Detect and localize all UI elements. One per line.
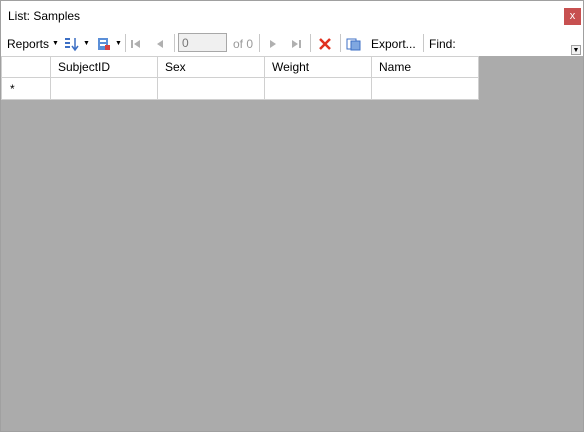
last-record-icon bbox=[290, 38, 302, 50]
export-icon bbox=[346, 36, 362, 52]
cell-subjectid[interactable] bbox=[50, 77, 158, 100]
first-record-icon bbox=[130, 38, 142, 50]
column-header-weight[interactable]: Weight bbox=[264, 56, 372, 78]
window-title: List: Samples bbox=[8, 9, 81, 23]
chevron-down-icon: ▼ bbox=[52, 40, 59, 47]
record-count-label: of 0 bbox=[233, 31, 253, 56]
sort-icon bbox=[64, 36, 80, 52]
export-button[interactable]: Export... bbox=[346, 31, 416, 56]
next-record-button[interactable] bbox=[267, 31, 279, 56]
previous-record-icon bbox=[154, 38, 166, 50]
of-count-text: of 0 bbox=[233, 36, 254, 51]
toolbar-overflow-button[interactable]: ▼ bbox=[571, 45, 581, 55]
previous-record-button[interactable] bbox=[154, 31, 166, 56]
find-label: Find: bbox=[429, 31, 456, 56]
separator bbox=[125, 34, 126, 52]
cell-sex[interactable] bbox=[157, 77, 265, 100]
row-header-corner bbox=[1, 56, 51, 78]
chevron-down-icon: ▼ bbox=[115, 40, 122, 47]
reports-label: Reports bbox=[7, 36, 50, 51]
export-label: Export... bbox=[371, 36, 416, 51]
column-header-name[interactable]: Name bbox=[371, 56, 479, 78]
title-bar: List: Samples x bbox=[1, 1, 583, 31]
delete-button[interactable] bbox=[317, 31, 333, 56]
header-row: SubjectID Sex Weight Name bbox=[1, 56, 479, 78]
record-position-input[interactable]: 0 bbox=[178, 33, 227, 52]
separator bbox=[259, 34, 260, 52]
data-grid: SubjectID Sex Weight Name * bbox=[1, 56, 479, 100]
toolbar: Reports ▼ ▼ ▼ 0 of 0 Export... Find: ▼ bbox=[1, 31, 583, 56]
cell-name[interactable] bbox=[371, 77, 479, 100]
first-record-button[interactable] bbox=[130, 31, 142, 56]
separator bbox=[310, 34, 311, 52]
find-text: Find: bbox=[429, 36, 456, 51]
close-button[interactable]: x bbox=[564, 8, 581, 25]
sort-dropdown[interactable]: ▼ bbox=[64, 31, 90, 56]
separator bbox=[423, 34, 424, 52]
cell-weight[interactable] bbox=[264, 77, 372, 100]
separator bbox=[340, 34, 341, 52]
reports-dropdown[interactable]: Reports ▼ bbox=[7, 31, 59, 56]
filter-icon bbox=[96, 36, 112, 52]
grid-workspace: SubjectID Sex Weight Name * bbox=[1, 56, 583, 431]
delete-icon bbox=[317, 36, 333, 52]
last-record-button[interactable] bbox=[290, 31, 302, 56]
column-header-subjectid[interactable]: SubjectID bbox=[50, 56, 158, 78]
new-row: * bbox=[1, 77, 479, 100]
chevron-down-icon: ▼ bbox=[83, 40, 90, 47]
column-header-sex[interactable]: Sex bbox=[157, 56, 265, 78]
next-record-icon bbox=[267, 38, 279, 50]
filter-dropdown[interactable]: ▼ bbox=[96, 31, 122, 56]
new-row-marker[interactable]: * bbox=[1, 77, 51, 100]
list-window: List: Samples x Reports ▼ ▼ ▼ 0 of 0 Exp… bbox=[0, 0, 584, 432]
separator bbox=[174, 34, 175, 52]
